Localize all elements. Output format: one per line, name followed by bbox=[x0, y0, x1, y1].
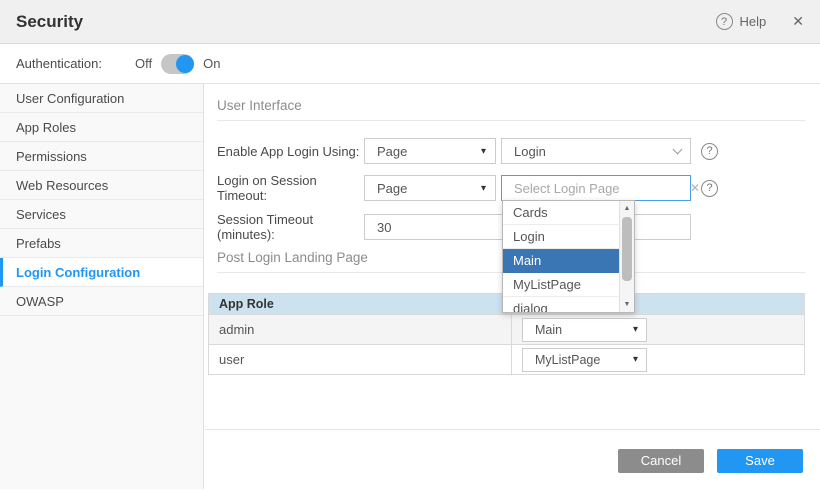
dropdown-option-dialog[interactable]: dialog bbox=[503, 297, 619, 313]
help-button[interactable]: ? Help bbox=[716, 13, 767, 30]
user-landing-page-select[interactable]: MyListPage ▾ bbox=[522, 348, 647, 372]
table-row: admin Main ▾ bbox=[209, 315, 805, 345]
timeout-login-type-select[interactable]: Page ▾ bbox=[364, 175, 496, 201]
sidebar-item-user-configuration[interactable]: User Configuration bbox=[0, 84, 203, 113]
clear-icon[interactable]: ✕ bbox=[690, 181, 700, 195]
dropdown-option-mylistpage[interactable]: MyListPage bbox=[503, 273, 619, 297]
help-icon: ? bbox=[716, 13, 733, 30]
dialog-header: Security ? Help ✕ bbox=[0, 0, 820, 44]
dropdown-option-login[interactable]: Login bbox=[503, 225, 619, 249]
enable-app-login-label: Enable App Login Using: bbox=[217, 144, 364, 159]
table-row: user MyListPage ▾ bbox=[209, 345, 805, 375]
login-page-search-input[interactable] bbox=[514, 181, 690, 196]
timeout-login-page-combobox[interactable]: ✕ bbox=[501, 175, 691, 201]
sidebar-item-login-configuration[interactable]: Login Configuration bbox=[0, 258, 203, 287]
enable-login-page-select[interactable]: Login bbox=[501, 138, 691, 164]
login-session-timeout-label: Login on Session Timeout: bbox=[217, 173, 364, 203]
dropdown-option-cards[interactable]: Cards bbox=[503, 201, 619, 225]
sidebar-item-prefabs[interactable]: Prefabs bbox=[0, 229, 203, 258]
close-icon[interactable]: ✕ bbox=[792, 13, 804, 30]
app-role-column-header: App Role bbox=[209, 294, 512, 315]
dialog-footer: Cancel Save bbox=[205, 429, 820, 491]
dropdown-option-main[interactable]: Main bbox=[503, 249, 619, 273]
scroll-up-icon[interactable]: ▲ bbox=[620, 202, 634, 215]
timeout-login-help-icon[interactable]: ? bbox=[701, 180, 718, 197]
chevron-down-icon bbox=[673, 144, 683, 154]
cancel-button[interactable]: Cancel bbox=[618, 449, 704, 473]
user-interface-section-title: User Interface bbox=[217, 98, 806, 121]
caret-down-icon: ▾ bbox=[481, 183, 486, 194]
caret-down-icon: ▾ bbox=[633, 354, 638, 365]
sidebar-item-app-roles[interactable]: App Roles bbox=[0, 113, 203, 142]
help-label: Help bbox=[740, 14, 767, 29]
role-cell: user bbox=[209, 345, 512, 375]
admin-landing-page-select[interactable]: Main ▾ bbox=[522, 318, 647, 342]
sidebar-item-owasp[interactable]: OWASP bbox=[0, 287, 203, 316]
authentication-bar: Authentication: Off On bbox=[0, 44, 820, 84]
toggle-off-label: Off bbox=[135, 56, 152, 71]
scroll-down-icon[interactable]: ▼ bbox=[620, 298, 634, 311]
enable-app-login-row: Enable App Login Using: Page ▾ Login ? bbox=[217, 138, 820, 164]
session-timeout-label: Session Timeout (minutes): bbox=[217, 212, 364, 242]
enable-login-type-select[interactable]: Page ▾ bbox=[364, 138, 496, 164]
scrollbar-thumb[interactable] bbox=[622, 217, 632, 281]
authentication-label: Authentication: bbox=[16, 56, 102, 71]
security-dialog: Security ? Help ✕ Authentication: Off On… bbox=[0, 0, 820, 491]
enable-login-help-icon[interactable]: ? bbox=[701, 143, 718, 160]
toggle-knob bbox=[176, 55, 194, 73]
role-cell: admin bbox=[209, 315, 512, 345]
caret-down-icon: ▾ bbox=[633, 324, 638, 335]
page-title: Security bbox=[16, 12, 716, 32]
sidebar-item-permissions[interactable]: Permissions bbox=[0, 142, 203, 171]
authentication-toggle[interactable] bbox=[161, 54, 194, 74]
sidebar-item-web-resources[interactable]: Web Resources bbox=[0, 171, 203, 200]
login-session-timeout-row: Login on Session Timeout: Page ▾ ✕ ? bbox=[217, 175, 820, 201]
toggle-on-label: On bbox=[203, 56, 220, 71]
sidebar-item-services[interactable]: Services bbox=[0, 200, 203, 229]
caret-down-icon: ▾ bbox=[481, 146, 486, 157]
dropdown-scrollbar[interactable]: ▲ ▼ bbox=[619, 201, 634, 312]
login-page-dropdown-list: Cards Login Main MyListPage dialog ▲ ▼ bbox=[502, 200, 635, 313]
save-button[interactable]: Save bbox=[717, 449, 803, 473]
settings-sidebar: User Configuration App Roles Permissions… bbox=[0, 84, 204, 489]
